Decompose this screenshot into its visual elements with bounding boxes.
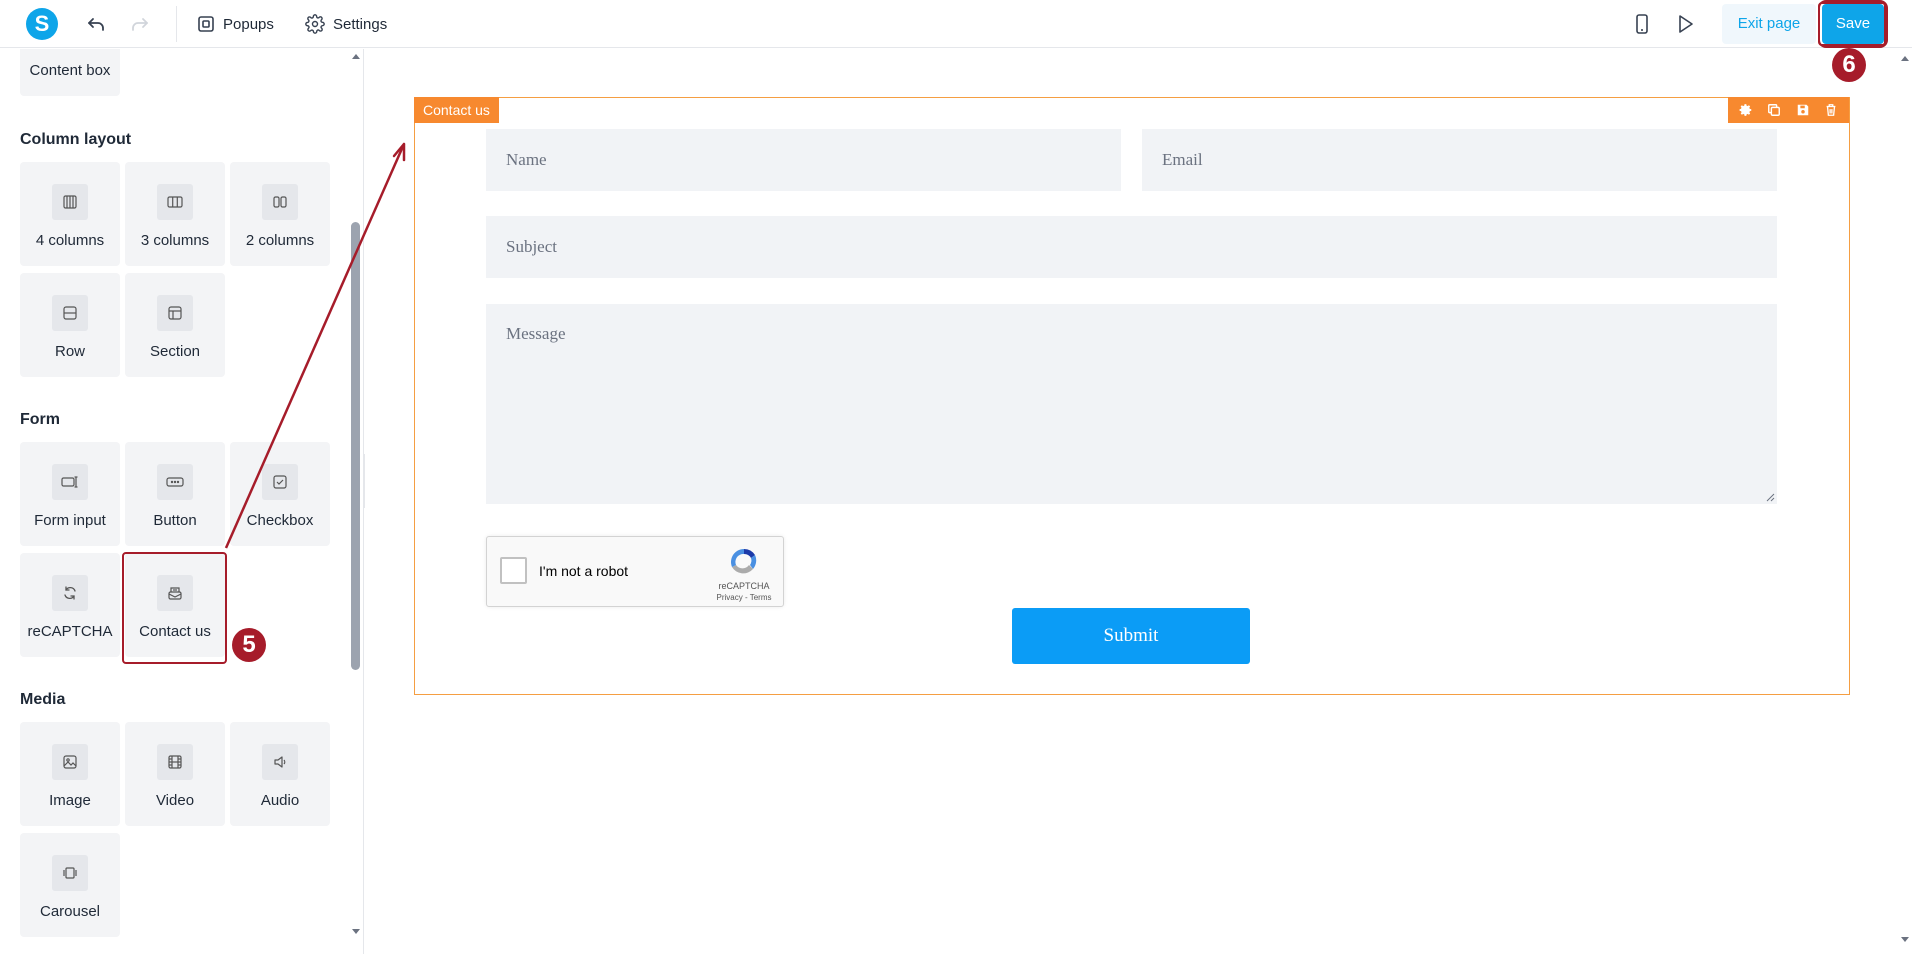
tile-label: Form input [34,512,106,529]
save-highlight [1818,2,1886,46]
name-input[interactable]: Name [486,129,1121,191]
tile-label: Carousel [39,903,101,920]
step-6-marker: 6 [1832,48,1866,82]
image-tile[interactable]: Image [20,722,120,826]
image-icon [52,744,88,780]
submit-button[interactable]: Submit [1012,608,1250,664]
tile-label: Checkbox [246,512,314,529]
email-input[interactable]: Email [1142,129,1777,191]
scroll-down-arrow[interactable] [350,927,362,937]
popups-icon [198,16,214,32]
three-columns-icon [157,184,193,220]
column-layout-heading: Column layout [20,131,132,148]
block-label: Contact us [414,97,499,123]
undo-icon[interactable] [84,12,108,36]
redo-icon[interactable] [128,12,152,36]
app-logo: S [26,8,58,40]
resize-handle-icon[interactable] [1765,492,1775,502]
play-preview-icon[interactable] [1673,12,1697,36]
tile-label: Image [49,792,91,809]
settings-button[interactable]: Settings [305,10,387,38]
tile-label: Content box [29,62,111,79]
three-columns-tile[interactable]: 3 columns [125,162,225,266]
two-columns-tile[interactable]: 2 columns [230,162,330,266]
toolbar-divider [176,6,177,42]
content-box-tile[interactable]: Content box [20,49,120,96]
form-heading: Form [20,411,60,428]
carousel-icon [52,855,88,891]
video-tile[interactable]: Video [125,722,225,826]
gear-icon [305,14,325,34]
exit-page-button[interactable]: Exit page [1722,4,1816,44]
section-icon [157,295,193,331]
popups-button[interactable]: Popups [197,10,274,38]
sidebar-scrollbar-thumb[interactable] [351,222,360,670]
carousel-tile[interactable]: Carousel [20,833,120,937]
four-columns-tile[interactable]: 4 columns [20,162,120,266]
scroll-up-arrow[interactable] [350,51,362,61]
duplicate-icon[interactable] [1767,103,1781,117]
tile-label: 2 columns [245,232,315,249]
four-columns-icon [52,184,88,220]
recaptcha-tile[interactable]: reCAPTCHA [20,553,120,657]
canvas-scroll-down-arrow[interactable] [1900,936,1910,944]
tile-label: Video [155,792,195,809]
form-input-tile[interactable]: Form input [20,442,120,546]
two-columns-icon [262,184,298,220]
recaptcha-widget: I'm not a robot reCAPTCHA Privacy - Term… [486,536,784,607]
row-icon [52,295,88,331]
button-tile[interactable]: Button [125,442,225,546]
row-tile[interactable]: Row [20,273,120,377]
elements-sidebar: Content box Column layout 4 columns 3 co… [0,49,364,954]
speaker-icon [262,744,298,780]
button-icon [157,464,193,500]
trash-icon[interactable] [1824,103,1838,117]
step-5-marker: 5 [232,628,266,662]
tile-label: 3 columns [140,232,210,249]
tile-label: 4 columns [35,232,105,249]
message-placeholder: Message [506,324,566,343]
popups-label: Popups [223,15,274,33]
mobile-preview-icon[interactable] [1630,12,1654,36]
canvas-scroll-up-arrow[interactable] [1900,54,1910,62]
tile-label: reCAPTCHA [27,623,113,640]
video-icon [157,744,193,780]
tile-label: Audio [260,792,300,809]
settings-label: Settings [333,15,388,33]
tile-label: Row [54,343,85,360]
refresh-icon [52,575,88,611]
recaptcha-brand: reCAPTCHA [718,581,770,591]
checkbox-icon [262,464,298,500]
recaptcha-checkbox[interactable] [500,557,527,584]
form-input-icon [52,464,88,500]
tile-label: Section [149,343,201,360]
message-textarea[interactable]: Message [486,304,1777,504]
checkbox-tile[interactable]: Checkbox [230,442,330,546]
block-toolbar [1728,97,1849,123]
save-block-icon[interactable] [1796,103,1810,117]
media-heading: Media [20,691,66,708]
contact-us-highlight [122,552,227,664]
recaptcha-label: I'm not a robot [539,563,629,579]
recaptcha-links[interactable]: Privacy - Terms [709,593,779,602]
tile-label: Button [153,512,197,529]
top-toolbar: S Popups Settings Exit page Save [0,0,1912,48]
subject-input[interactable]: Subject [486,216,1777,278]
recaptcha-logo-icon [731,548,757,574]
section-tile[interactable]: Section [125,273,225,377]
audio-tile[interactable]: Audio [230,722,330,826]
gear-icon[interactable] [1739,103,1753,117]
